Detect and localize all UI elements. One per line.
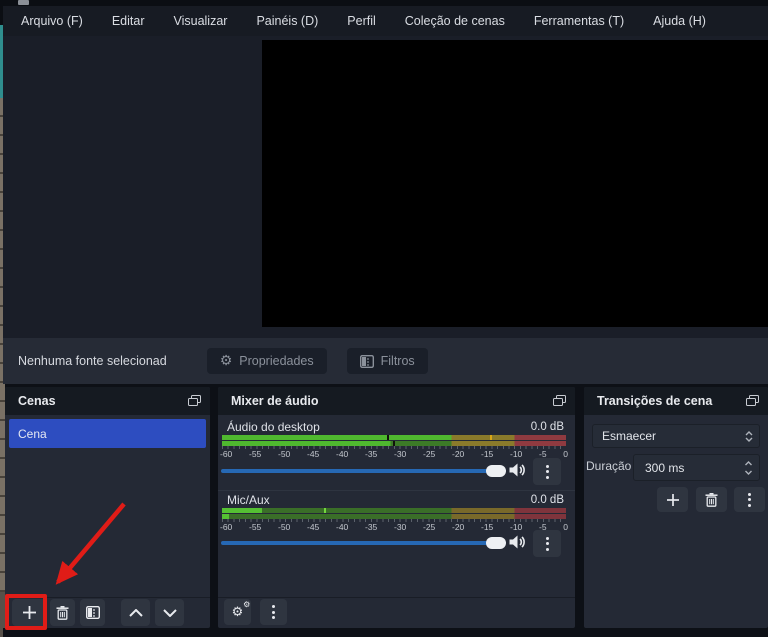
audio-mixer-panel: Mixer de áudio Áudio do desktop 0.0 dB -… <box>218 387 575 628</box>
remove-scene-button[interactable] <box>50 599 75 626</box>
menu-arquivo[interactable]: Arquivo (F) <box>21 14 83 28</box>
channel-level-mic-aux: 0.0 dB <box>530 494 564 506</box>
chevron-down-icon <box>162 608 177 617</box>
mixer-channel-divider <box>218 490 575 491</box>
menu-visualizar[interactable]: Visualizar <box>173 14 227 28</box>
no-source-status-text: Nenhuma fonte selecionad <box>18 354 167 368</box>
filters-button-label: Filtros <box>380 354 415 368</box>
duration-value: 300 ms <box>645 460 685 475</box>
meter-scale-mic-aux: -60 -55 -50 -45 -40 -35 -30 -25 -20 -15 -10 -5 0 <box>220 522 568 532</box>
combo-carets-icon <box>739 430 759 442</box>
scenes-panel: Cenas Cena <box>5 387 210 628</box>
add-transition-button[interactable] <box>657 487 688 512</box>
remove-transition-button[interactable] <box>696 487 727 512</box>
volume-meter-mic-aux <box>222 508 566 519</box>
menu-perfil[interactable]: Perfil <box>347 14 375 28</box>
meter-scale-desktop-audio: -60 -55 -50 -45 -40 -35 -30 -25 -20 -15 -10 -5 0 <box>220 449 568 459</box>
gear-icon: ⚙ <box>219 353 233 369</box>
channel-level-desktop-audio: 0.0 dB <box>530 421 564 433</box>
transitions-panel-title: Transições de cena <box>597 394 713 408</box>
scene-transitions-panel: Transições de cena Esmaecer Duração 300 … <box>584 387 768 628</box>
mixer-toolbar-separator <box>218 597 575 598</box>
properties-button[interactable]: ⚙ Propriedades <box>206 348 327 374</box>
mixer-menu-button[interactable] <box>260 599 287 625</box>
meter-bar-left <box>222 435 566 440</box>
scene-name: Cena <box>18 426 47 441</box>
channel-menu-button-desktop-audio[interactable] <box>533 458 561 485</box>
volume-slider-mic-aux[interactable] <box>221 541 506 545</box>
menu-ferramentas[interactable]: Ferramentas (T) <box>534 14 624 28</box>
volume-slider-desktop-audio[interactable] <box>221 469 506 473</box>
properties-button-label: Propriedades <box>239 354 314 368</box>
speaker-icon[interactable] <box>509 535 526 549</box>
menu-colecao-de-cenas[interactable]: Coleção de cenas <box>405 14 505 28</box>
menu-bar: Arquivo (F) Editar Visualizar Painéis (D… <box>3 6 768 36</box>
filters-button[interactable]: Filtros <box>346 348 428 374</box>
speaker-icon[interactable] <box>509 463 526 477</box>
popout-icon[interactable] <box>746 395 759 407</box>
duration-label: Duração <box>586 459 632 473</box>
menu-ajuda[interactable]: Ajuda (H) <box>653 14 706 28</box>
scene-filters-button[interactable] <box>80 599 105 626</box>
statusbar-strip <box>3 628 768 637</box>
titlebar-icon-fragment <box>18 0 29 5</box>
popout-icon[interactable] <box>188 395 201 407</box>
channel-menu-button-mic-aux[interactable] <box>533 530 561 557</box>
transition-selected-value: Esmaecer <box>602 429 657 443</box>
move-scene-down-button[interactable] <box>155 599 184 626</box>
menu-paineis[interactable]: Painéis (D) <box>256 14 318 28</box>
volume-slider-handle[interactable] <box>486 537 506 549</box>
plus-icon <box>666 493 679 506</box>
gear-advanced-icon: ⚙ ⚙ <box>231 599 251 620</box>
channel-name-mic-aux: Mic/Aux <box>227 493 270 507</box>
mixer-panel-header: Mixer de áudio <box>218 387 575 415</box>
meter-bar-left <box>222 508 566 513</box>
transitions-panel-header: Transições de cena <box>584 387 768 415</box>
chevron-up-icon <box>128 608 143 617</box>
source-toolbar: Nenhuma fonte selecionad ⚙ Propriedades … <box>3 338 768 384</box>
mixer-panel-title: Mixer de áudio <box>231 394 319 408</box>
filter-icon <box>359 354 374 368</box>
channel-name-desktop-audio: Áudio do desktop <box>227 420 320 434</box>
volume-meter-desktop-audio <box>222 435 566 446</box>
menu-editar[interactable]: Editar <box>112 14 145 28</box>
duration-spinbox[interactable]: 300 ms <box>633 454 760 481</box>
popout-icon[interactable] <box>553 395 566 407</box>
obs-window: Arquivo (F) Editar Visualizar Painéis (D… <box>0 0 768 637</box>
scenes-panel-title: Cenas <box>18 394 56 408</box>
trash-icon <box>56 605 69 620</box>
scene-list-item-selected[interactable]: Cena <box>9 419 206 448</box>
move-scene-up-button[interactable] <box>121 599 150 626</box>
preview-canvas[interactable] <box>262 40 768 327</box>
filter-icon <box>85 606 100 619</box>
volume-slider-handle[interactable] <box>486 465 506 477</box>
spinner-carets-icon[interactable] <box>737 460 759 475</box>
scenes-panel-header: Cenas <box>5 387 210 415</box>
advanced-audio-properties-button[interactable]: ⚙ ⚙ <box>224 599 251 625</box>
annotation-highlight-rect <box>5 594 47 630</box>
transition-properties-button[interactable] <box>734 487 765 512</box>
transition-select[interactable]: Esmaecer <box>592 424 760 448</box>
trash-icon <box>705 492 718 507</box>
